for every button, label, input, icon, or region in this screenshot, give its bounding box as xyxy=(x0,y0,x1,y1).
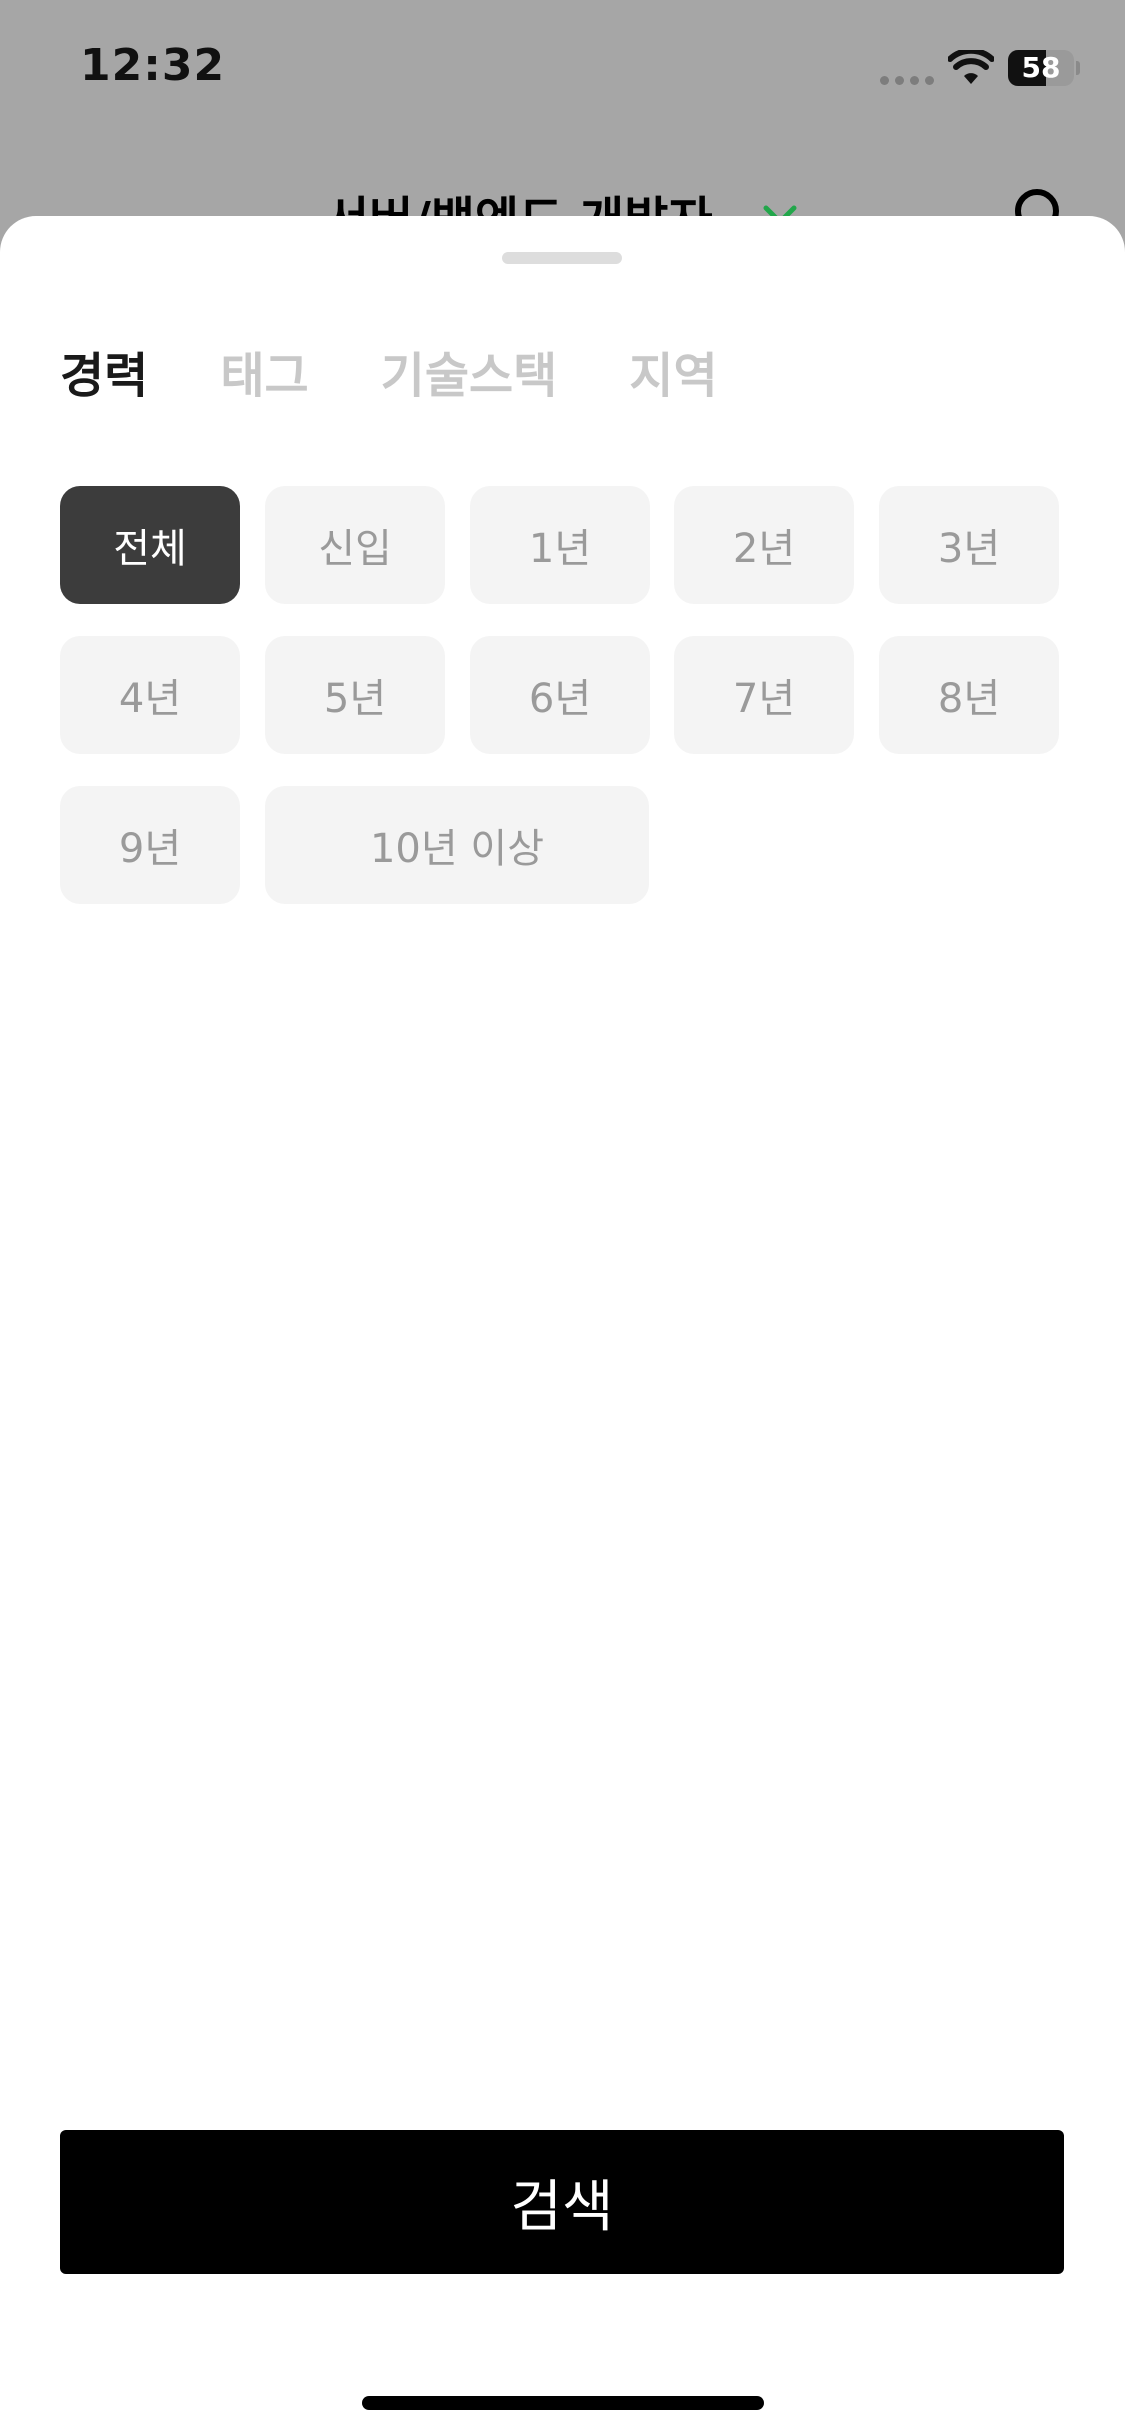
battery-tip xyxy=(1076,61,1080,75)
option-new-grad[interactable]: 신입 xyxy=(265,486,445,604)
home-indicator xyxy=(362,2396,764,2410)
tab-career[interactable]: 경력 xyxy=(60,336,148,406)
status-time: 12:32 xyxy=(80,40,226,91)
filter-tabs: 경력 태그 기술스택 지역 xyxy=(60,336,718,406)
tab-tags[interactable]: 태그 xyxy=(220,336,308,406)
sheet-grabber[interactable] xyxy=(502,252,622,264)
option-7-years[interactable]: 7년 xyxy=(674,636,854,754)
status-bar: 12:32 58 xyxy=(0,0,1125,140)
option-9-years[interactable]: 9년 xyxy=(60,786,240,904)
battery-level: 58 xyxy=(1021,51,1061,84)
cellular-signal-icon xyxy=(880,76,934,85)
option-8-years[interactable]: 8년 xyxy=(879,636,1059,754)
signal-dot xyxy=(895,76,904,85)
signal-dot xyxy=(925,76,934,85)
option-4-years[interactable]: 4년 xyxy=(60,636,240,754)
wifi-icon xyxy=(948,50,994,84)
option-all[interactable]: 전체 xyxy=(60,486,240,604)
option-2-years[interactable]: 2년 xyxy=(674,486,854,604)
search-button[interactable]: 검색 xyxy=(60,2130,1064,2274)
option-5-years[interactable]: 5년 xyxy=(265,636,445,754)
option-3-years[interactable]: 3년 xyxy=(879,486,1059,604)
signal-dot xyxy=(880,76,889,85)
filter-sheet: 경력 태그 기술스택 지역 전체 신입 1년 2년 3년 4년 5년 6년 7년… xyxy=(0,216,1125,2436)
screen: 12:32 58 서버/백엔드 개발자 경력 태그 기술스택 xyxy=(0,0,1125,2436)
option-10-plus-years[interactable]: 10년 이상 xyxy=(265,786,649,904)
option-1-year[interactable]: 1년 xyxy=(470,486,650,604)
option-6-years[interactable]: 6년 xyxy=(470,636,650,754)
signal-dot xyxy=(910,76,919,85)
tab-tech-stack[interactable]: 기술스택 xyxy=(381,336,558,406)
tab-region[interactable]: 지역 xyxy=(629,336,717,406)
battery-icon: 58 xyxy=(1008,50,1074,86)
